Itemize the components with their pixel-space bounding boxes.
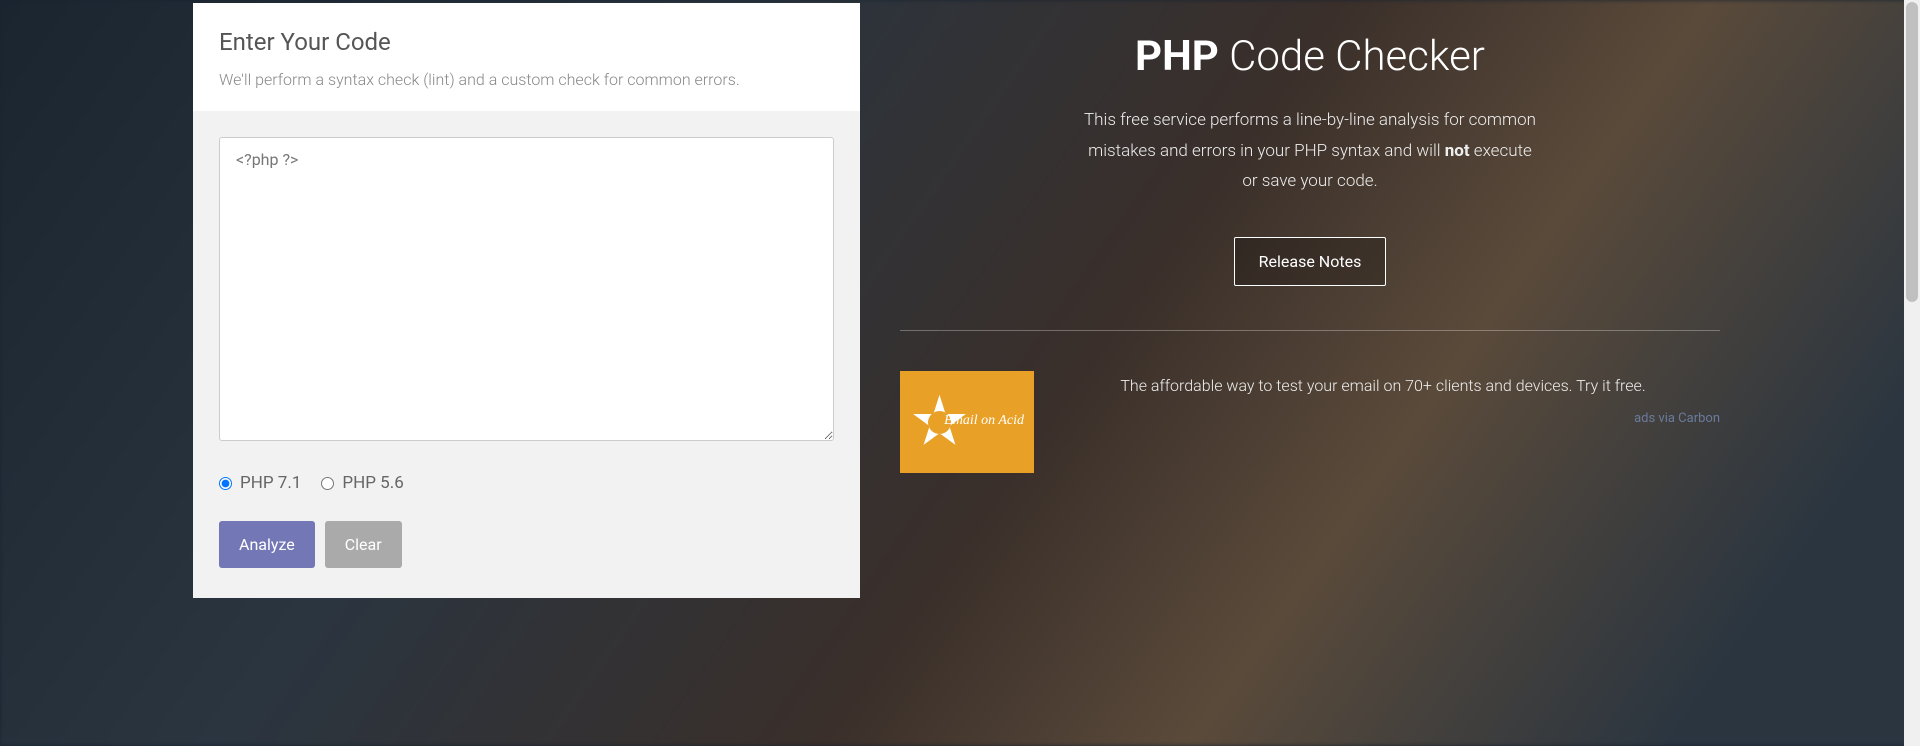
release-notes-button[interactable]: Release Notes [1234,237,1387,286]
radio-php71-label: PHP 7.1 [240,473,301,493]
ad-image: Email on Acid [900,371,1034,473]
card-heading: Enter Your Code [219,28,834,56]
scrollbar-thumb[interactable] [1906,2,1918,302]
carbon-ad[interactable]: Email on Acid The affordable way to test… [900,371,1720,473]
clear-button[interactable]: Clear [325,521,402,568]
radio-php71-input[interactable] [219,477,232,490]
ad-copy: The affordable way to test your email on… [1046,371,1720,401]
scrollbar[interactable] [1904,0,1920,746]
ad-copy-wrap: The affordable way to test your email on… [1046,371,1720,426]
radio-php56[interactable]: PHP 5.6 [321,473,403,493]
radio-php71[interactable]: PHP 7.1 [219,473,301,493]
desc-bold: not [1445,141,1470,161]
code-input[interactable] [219,137,834,441]
page-title-bold: PHP [1135,32,1219,81]
ad-brand: Email on Acid [944,413,1024,429]
radio-php56-label: PHP 5.6 [342,473,403,493]
page-description: This free service performs a line-by-lin… [1080,105,1540,197]
card-body: PHP 7.1 PHP 5.6 Analyze Clear [193,111,860,598]
page-title-rest: Code Checker [1219,32,1485,81]
card-header: Enter Your Code We'll perform a syntax c… [193,3,860,111]
card-subheading: We'll perform a syntax check (lint) and … [219,70,834,89]
radio-php56-input[interactable] [321,477,334,490]
divider [900,330,1720,331]
php-version-group: PHP 7.1 PHP 5.6 [219,473,834,493]
code-card: Enter Your Code We'll perform a syntax c… [193,3,860,598]
ad-credit[interactable]: ads via Carbon [1046,411,1720,426]
button-row: Analyze Clear [219,521,834,568]
page-title: PHP Code Checker [900,32,1720,81]
analyze-button[interactable]: Analyze [219,521,315,568]
